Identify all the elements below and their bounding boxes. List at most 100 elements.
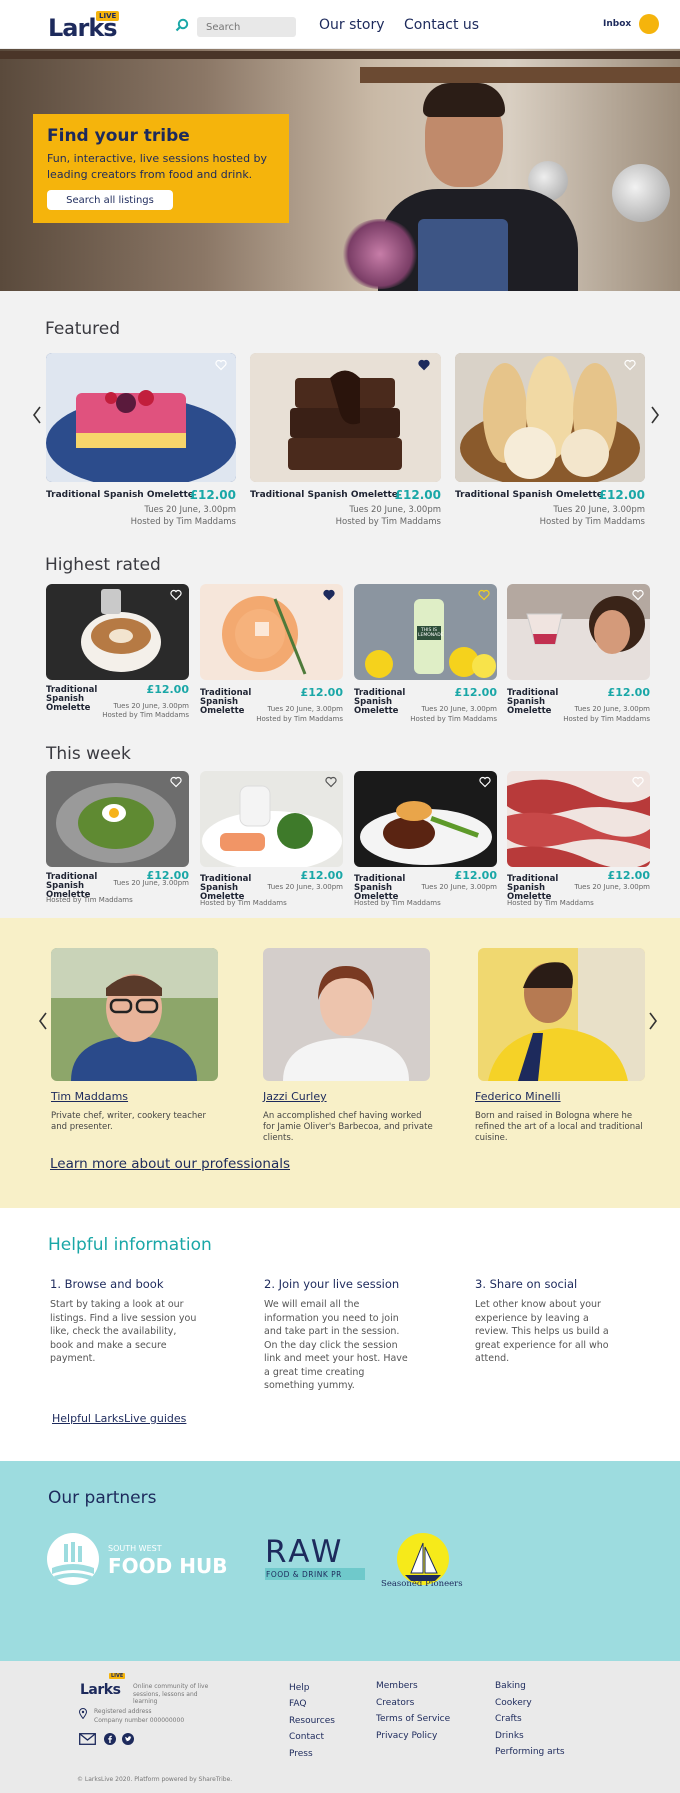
chevron-left-icon[interactable] [38,1012,48,1030]
heart-icon[interactable] [325,776,337,788]
chevron-right-icon[interactable] [650,406,660,424]
pro-name[interactable]: Jazzi Curley [263,1090,327,1103]
footer-link-cookery[interactable]: Cookery [495,1698,532,1708]
card-host: Hosted by Tim Maddams [335,517,441,527]
featured-card-image[interactable] [250,353,441,482]
footer-logo[interactable]: Larks LIVE [80,1673,126,1698]
pro-photo[interactable] [263,948,430,1081]
footer-link-faq[interactable]: FAQ [289,1699,306,1709]
featured-card-image[interactable] [455,353,645,482]
nav-contact-us[interactable]: Contact us [404,17,479,33]
bread-image [455,353,645,482]
hero-card: Find your tribe Fun, interactive, live s… [33,114,289,223]
highest-card-image[interactable] [507,584,650,680]
card-host: Hosted by Tim Maddams [507,899,594,907]
wine-image [507,584,650,680]
learn-more-link[interactable]: Learn more about our professionals [50,1156,290,1172]
card-price: £12.00 [454,686,497,699]
week-card-image[interactable] [46,771,189,867]
partner-food-hub[interactable]: SOUTH WEST FOOD HUB [46,1532,236,1587]
heart-icon[interactable] [215,359,227,371]
card-date: Tues 20 June, 3.00pm [267,705,343,713]
email-icon[interactable] [79,1733,96,1745]
step-text: Let other know about your experience by … [475,1299,609,1364]
footer-link-help[interactable]: Help [289,1683,310,1693]
inbox-link[interactable]: Inbox [603,19,631,29]
pro-name[interactable]: Tim Maddams [51,1090,128,1103]
search-icon[interactable] [175,18,189,32]
card-date: Tues 20 June, 3.00pm [267,883,343,891]
hero-chef-apron [418,219,508,291]
helpful-guides-link[interactable]: Helpful LarksLive guides [52,1412,186,1425]
card-title[interactable]: Traditional Spanish Omelette [455,491,603,500]
featured-card-image[interactable] [46,353,236,482]
heart-icon[interactable] [418,359,430,371]
partner-seasoned-pioneers[interactable]: Seasoned Pioneers [381,1531,463,1593]
site-logo[interactable]: Larks LIVE [48,11,120,42]
footer-link-creators[interactable]: Creators [376,1698,414,1708]
heart-icon[interactable] [632,589,644,601]
brownie-image [250,353,441,482]
footer-link-press[interactable]: Press [289,1749,313,1759]
heart-icon[interactable] [170,589,182,601]
search-input[interactable] [197,17,296,37]
pro-photo[interactable] [478,948,645,1081]
hero-chef-hair [423,83,505,117]
heart-icon[interactable] [478,589,490,601]
card-title[interactable]: Traditional Spanish Omelette [250,491,398,500]
card-host: Hosted by Tim Maddams [102,711,189,719]
federico-photo [478,948,645,1081]
footer-logo-text: Larks [80,1682,121,1698]
featured-title: Featured [45,319,121,339]
card-date: Tues 20 June, 3.00pm [144,505,236,515]
footer-link-contact[interactable]: Contact [289,1732,324,1742]
nav-our-story[interactable]: Our story [319,17,385,33]
footer-link-resources[interactable]: Resources [289,1716,335,1726]
search-listings-button[interactable]: Search all listings [47,190,173,210]
card-host: Hosted by Tim Maddams [354,899,441,907]
steak-image [354,771,497,867]
highest-card-image[interactable] [46,584,189,680]
cake-image [46,353,236,482]
footer-link-privacy[interactable]: Privacy Policy [376,1731,437,1741]
helpful-title: Helpful information [48,1235,212,1255]
chevron-left-icon[interactable] [32,406,42,424]
twitter-icon[interactable] [122,1733,134,1745]
user-avatar[interactable] [639,14,659,34]
heart-icon[interactable] [323,589,335,601]
step-text: Start by taking a look at our listings. … [50,1299,197,1364]
footer-link-crafts[interactable]: Crafts [495,1714,522,1724]
card-price: £12.00 [300,686,343,699]
step-text: We will email all the information you ne… [264,1299,408,1391]
pro-photo[interactable] [51,948,218,1081]
card-price: £12.00 [300,869,343,882]
heart-icon[interactable] [632,776,644,788]
facebook-icon[interactable] [104,1733,116,1745]
pro-name[interactable]: Federico Minelli [475,1090,561,1103]
card-title[interactable]: Traditional Spanish Omelette [46,491,194,500]
heart-icon[interactable] [170,776,182,788]
card-host: Hosted by Tim Maddams [200,899,287,907]
footer-link-members[interactable]: Members [376,1681,418,1691]
card-date: Tues 20 June, 3.00pm [113,702,189,710]
heart-icon[interactable] [624,359,636,371]
footer-link-baking[interactable]: Baking [495,1681,526,1691]
hero-title: Find your tribe [47,126,190,146]
week-card-image[interactable] [507,771,650,867]
avocado-toast-image [46,771,189,867]
highest-card-image[interactable]: THIS IS LEMONADE [354,584,497,680]
chevron-right-icon[interactable] [648,1012,658,1030]
week-card-image[interactable] [200,771,343,867]
footer-link-terms[interactable]: Terms of Service [376,1714,450,1724]
footer-link-performing-arts[interactable]: Performing arts [495,1747,565,1757]
card-date: Tues 20 June, 3.00pm [349,505,441,515]
partner-raw[interactable]: RAW FOOD & DRINK PR [263,1534,365,1584]
footer-link-drinks[interactable]: Drinks [495,1731,524,1741]
card-host: Hosted by Tim Maddams [539,517,645,527]
food-hub-small: SOUTH WEST [108,1544,162,1553]
hero-subtitle: Fun, interactive, live sessions hosted b… [47,152,268,181]
salmon-dish-image [200,771,343,867]
heart-icon[interactable] [479,776,491,788]
week-card-image[interactable] [354,771,497,867]
highest-card-image[interactable] [200,584,343,680]
